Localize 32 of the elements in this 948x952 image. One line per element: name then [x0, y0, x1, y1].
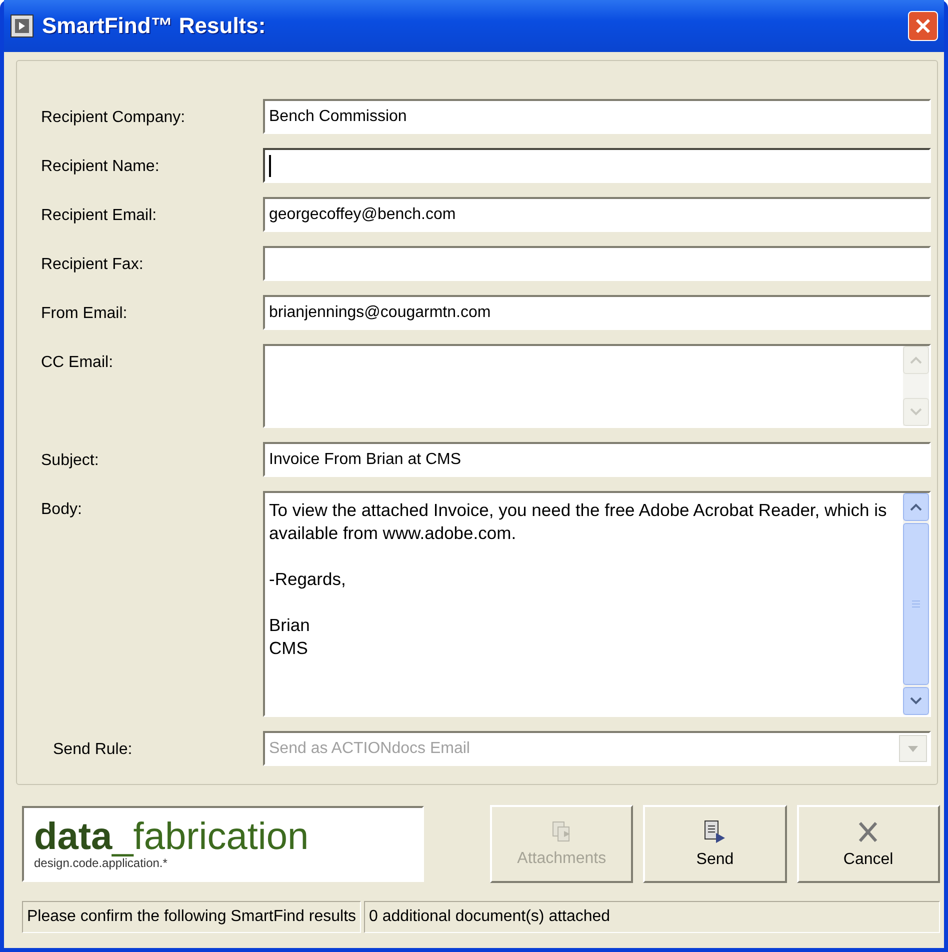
window-title: SmartFind™ Results:	[42, 13, 267, 39]
text-cursor	[269, 155, 271, 177]
status-text: Please confirm the following SmartFind results	[22, 901, 362, 933]
scrollbar[interactable]	[903, 346, 929, 426]
text-field[interactable]: brianjennings@cougarmtn.com	[263, 295, 931, 330]
scrollbar[interactable]	[903, 493, 929, 715]
close-button[interactable]	[908, 11, 938, 41]
close-icon	[915, 18, 931, 34]
text-field[interactable]	[263, 148, 931, 183]
field-label: Body:	[41, 500, 83, 519]
text-field[interactable]: georgecoffey@bench.com	[263, 197, 931, 232]
grip-icon	[911, 600, 921, 608]
cancel-button[interactable]: Cancel	[796, 805, 940, 883]
text-field[interactable]: Invoice From Brian at CMS	[263, 442, 931, 477]
field-label: Recipient Fax:	[41, 255, 144, 274]
field-label: Send Rule:	[52, 740, 134, 759]
document-send-icon	[702, 819, 727, 845]
field-label: Recipient Name:	[41, 157, 160, 176]
field-label: Recipient Company:	[41, 108, 186, 127]
text-field[interactable]	[263, 246, 931, 281]
logo: data_fabrication design.code.application.*	[22, 806, 424, 882]
field-label: From Email:	[41, 304, 128, 323]
window-icon	[10, 14, 34, 38]
text-area[interactable]	[263, 344, 931, 428]
dropdown-arrow-icon	[908, 746, 918, 752]
field-label: CC Email:	[41, 353, 114, 372]
status-text: 0 additional document(s) attached	[364, 901, 940, 933]
field-label: Recipient Email:	[41, 206, 158, 225]
body-text-area[interactable]: To view the attached Invoice, you need the free Adobe Acrobat Reader, which is available from www.adobe.com. -Regards, Brian CMS	[263, 491, 931, 717]
text-field[interactable]: Bench Commission	[263, 99, 931, 134]
field-label: Subject:	[41, 451, 100, 470]
send-button[interactable]: Send	[643, 805, 787, 883]
